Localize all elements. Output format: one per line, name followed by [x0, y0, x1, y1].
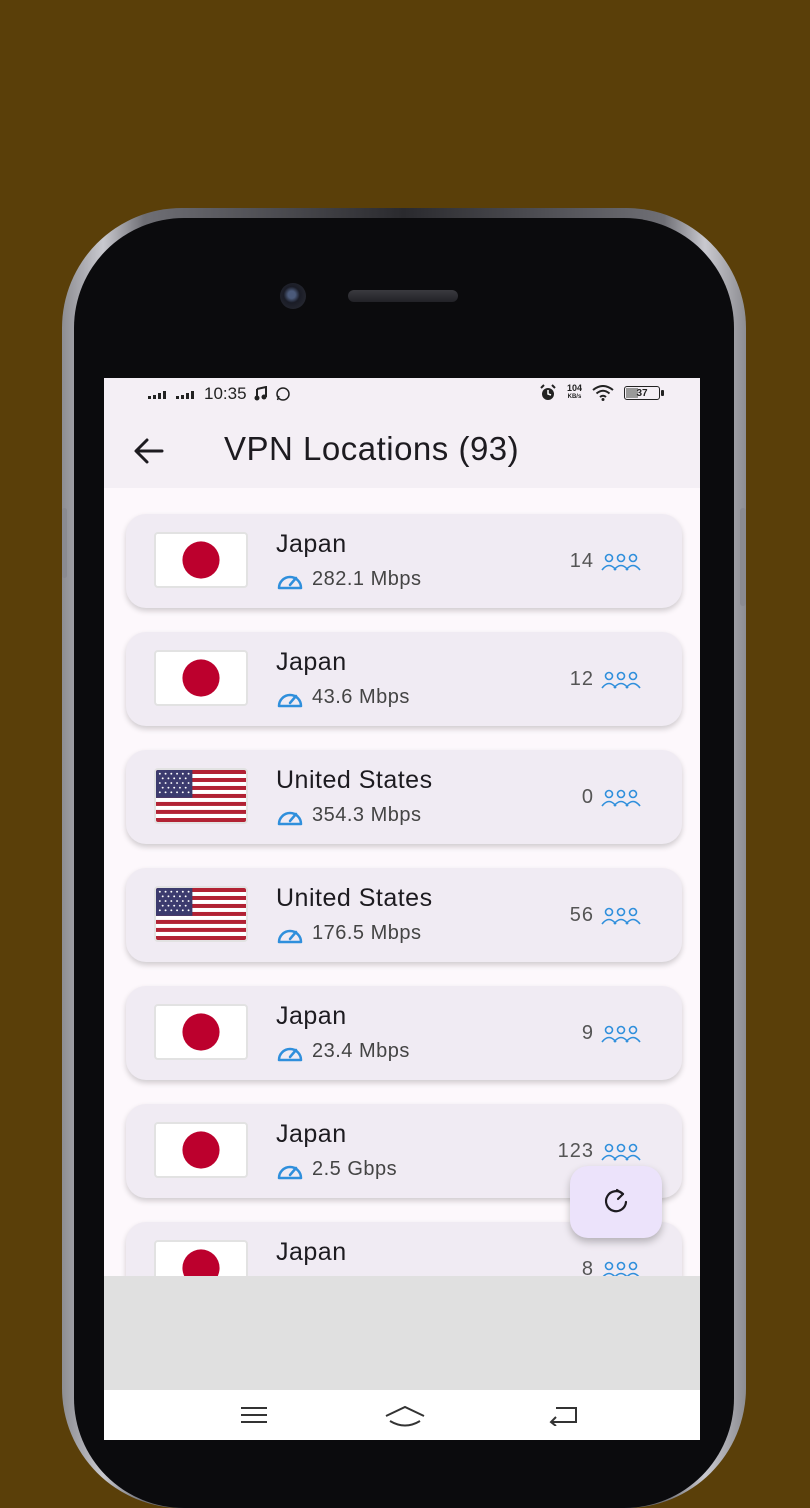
users-icon: [601, 789, 641, 807]
server-country: Japan: [276, 1120, 347, 1148]
server-users-count: 56: [569, 904, 594, 926]
server-country: Japan: [276, 1238, 347, 1266]
earpiece-speaker: [348, 290, 458, 302]
alarm-icon: [540, 384, 556, 400]
server-users-count: 12: [569, 668, 594, 690]
home-icon[interactable]: [384, 1404, 426, 1428]
whatsapp-icon: [275, 387, 290, 401]
server-users: 0: [582, 786, 642, 809]
server-card[interactable]: Japan 23.4 Mbps 9: [126, 986, 682, 1080]
status-bar: 10:35 104 KB/s 37: [104, 378, 700, 412]
server-country: United States: [276, 766, 433, 794]
flag-japan-icon: [154, 650, 248, 706]
phone-side-button-left: [62, 508, 67, 578]
server-speed: 176.5 Mbps: [312, 922, 422, 944]
page-title: VPN Locations (93): [224, 430, 520, 467]
users-icon: [601, 907, 641, 925]
server-speed-row: 176.5 Mbps: [276, 922, 422, 945]
server-users-count: 123: [557, 1140, 594, 1162]
server-country: Japan: [276, 530, 347, 558]
network-speed: 104 KB/s: [567, 384, 582, 402]
users-icon: [601, 553, 641, 571]
server-users: 9: [582, 1022, 642, 1045]
server-speed-row: 43.6 Mbps: [276, 686, 410, 709]
refresh-button[interactable]: [570, 1166, 662, 1238]
flag-japan-icon: [154, 1122, 248, 1178]
server-country: Japan: [276, 1002, 347, 1030]
server-speed: 23.4 Mbps: [312, 1040, 410, 1062]
status-right: 104 KB/s 37: [539, 384, 664, 402]
speedometer-icon: [277, 1165, 303, 1179]
server-users-count: 0: [581, 786, 594, 808]
bottom-area: [104, 1276, 700, 1390]
server-speed: 2.5 Gbps: [312, 1158, 398, 1180]
speedometer-icon: [277, 929, 303, 943]
speedometer-icon: [277, 811, 303, 825]
network-speed-unit: KB/s: [567, 394, 582, 400]
server-users: 8: [582, 1258, 642, 1276]
speedometer-icon: [277, 575, 303, 589]
speedometer-icon: [277, 693, 303, 707]
menu-icon[interactable]: [238, 1404, 270, 1426]
status-time: 10:35: [204, 384, 247, 403]
system-nav-bar: [104, 1390, 700, 1440]
users-icon: [601, 1025, 641, 1043]
arrow-left-icon[interactable]: [132, 434, 166, 468]
server-users-count: 9: [581, 1022, 594, 1044]
signal-icon-2: [176, 391, 194, 399]
flag-japan-icon: [154, 532, 248, 588]
server-users: 12: [570, 668, 642, 691]
network-speed-value: 104: [566, 383, 582, 393]
server-users-count: 8: [581, 1258, 594, 1276]
server-card[interactable]: United States 176.5 Mbps 56: [126, 868, 682, 962]
server-speed-row: 2.5 Gbps: [276, 1158, 397, 1181]
server-list[interactable]: Japan 282.1 Mbps 14 Japan 43.6 Mbps 12 U…: [104, 488, 700, 1276]
server-users: 14: [570, 550, 642, 573]
server-speed-row: 23.4 Mbps: [276, 1040, 410, 1063]
server-speed: 282.1 Mbps: [312, 568, 422, 590]
users-icon: [601, 1143, 641, 1161]
server-speed-row: 282.1 Mbps: [276, 568, 422, 591]
users-icon: [601, 671, 641, 689]
back-icon[interactable]: [548, 1404, 582, 1426]
signal-icon: [148, 391, 166, 399]
flag-usa-icon: [154, 886, 248, 942]
server-users: 123: [558, 1140, 642, 1163]
phone-screen: 10:35 104 KB/s 37 VPN Locations (93) Jap…: [104, 378, 700, 1440]
refresh-icon: [604, 1188, 628, 1213]
front-camera: [280, 283, 306, 309]
flag-japan-icon: [154, 1240, 248, 1276]
music-icon: [254, 386, 267, 401]
server-card[interactable]: Japan 43.6 Mbps 12: [126, 632, 682, 726]
server-speed: 43.6 Mbps: [312, 686, 410, 708]
server-speed: 354.3 Mbps: [312, 804, 422, 826]
battery-icon: 37: [624, 386, 664, 400]
server-card[interactable]: United States 354.3 Mbps 0: [126, 750, 682, 844]
server-country: United States: [276, 884, 433, 912]
wifi-icon: [592, 385, 614, 401]
speedometer-icon: [277, 1047, 303, 1061]
battery-level: 37: [636, 387, 648, 399]
server-card[interactable]: Japan 282.1 Mbps 14: [126, 514, 682, 608]
server-speed-row: 354.3 Mbps: [276, 804, 422, 827]
server-users: 56: [570, 904, 642, 927]
flag-usa-icon: [154, 768, 248, 824]
server-users-count: 14: [569, 550, 594, 572]
users-icon: [602, 1261, 640, 1276]
server-country: Japan: [276, 648, 347, 676]
status-left: 10:35: [148, 384, 291, 404]
app-bar: VPN Locations (93): [104, 412, 700, 488]
phone-side-button-right: [740, 508, 746, 606]
flag-japan-icon: [154, 1004, 248, 1060]
